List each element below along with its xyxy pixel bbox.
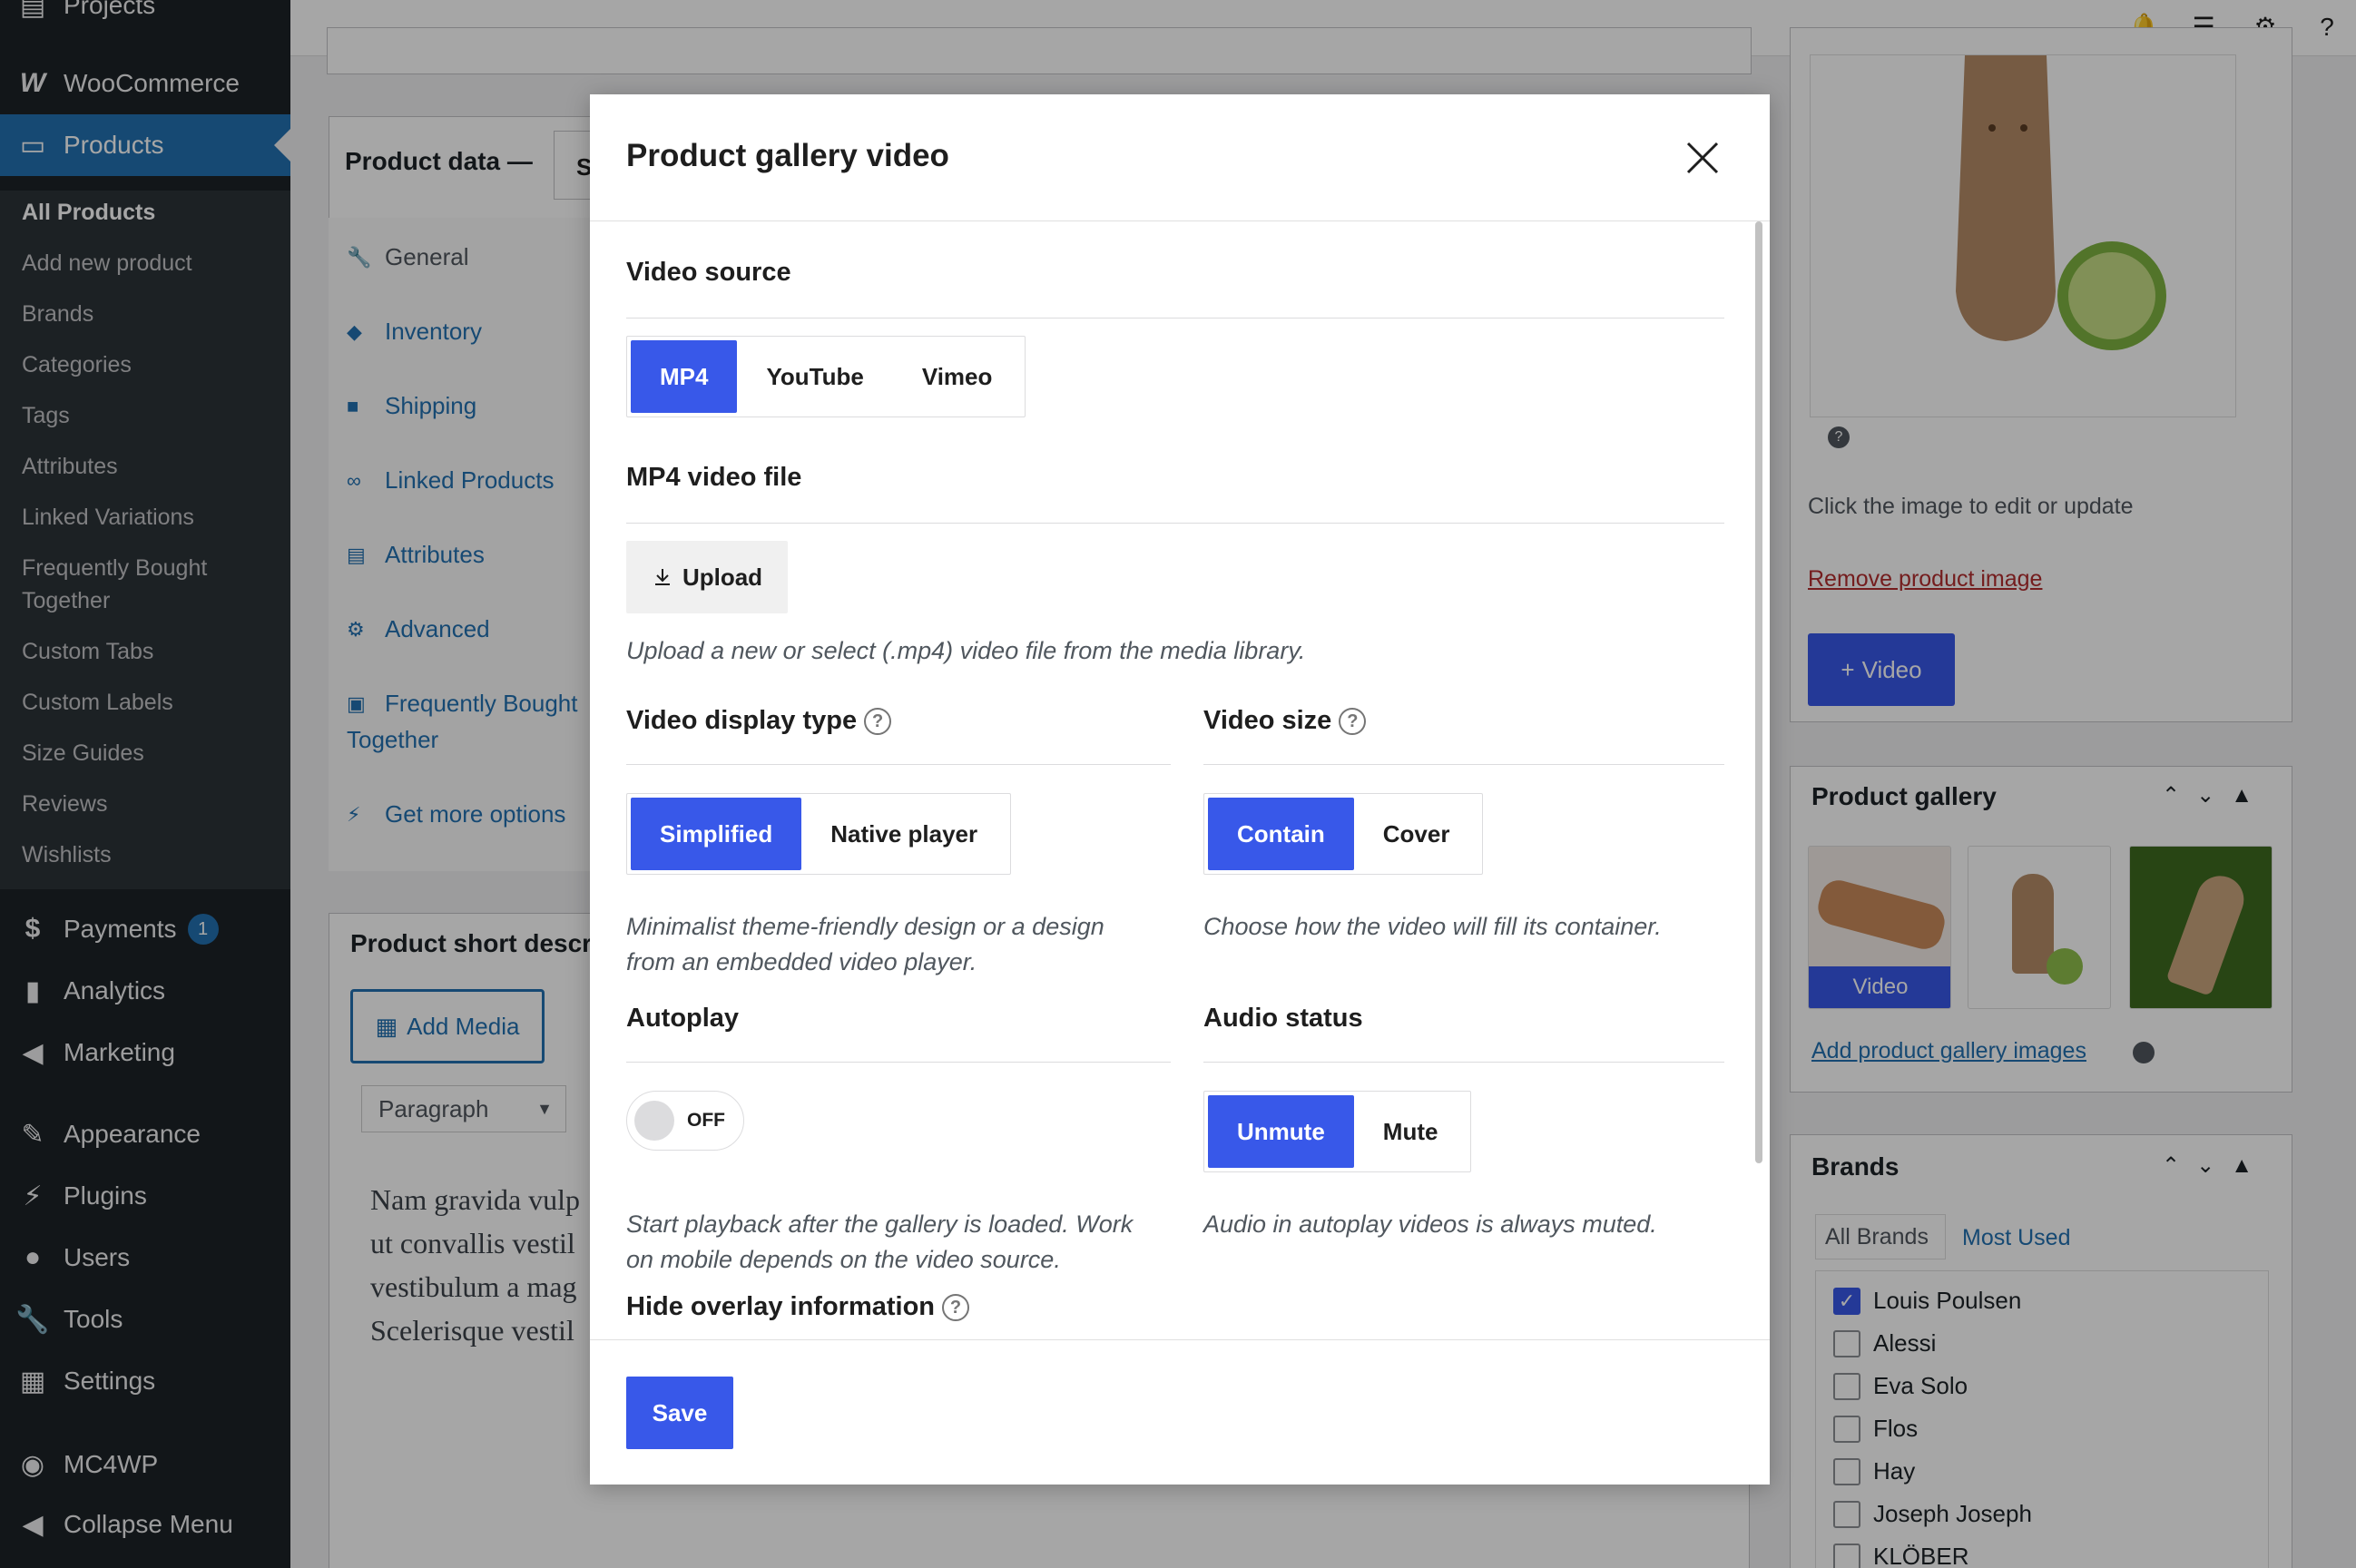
display-type-title: Video display type? bbox=[626, 706, 892, 736]
display-simplified-button[interactable]: Simplified bbox=[631, 798, 802, 870]
source-youtube-button[interactable]: YouTube bbox=[737, 340, 892, 413]
video-source-title: Video source bbox=[626, 258, 791, 287]
hide-overlay-title: Hide overlay information? bbox=[626, 1292, 970, 1322]
audio-status-selector: Unmute Mute bbox=[1203, 1091, 1472, 1172]
autoplay-description: Start playback after the gallery is load… bbox=[626, 1210, 1134, 1273]
autoplay-title: Autoplay bbox=[626, 1004, 740, 1033]
display-type-selector: Simplified Native player bbox=[626, 793, 1012, 875]
download-icon bbox=[654, 569, 670, 585]
modal-title: Product gallery video bbox=[626, 138, 949, 173]
video-size-description: Choose how the video will fill its conta… bbox=[1203, 913, 1662, 940]
modal-header: Product gallery video bbox=[590, 94, 1770, 221]
divider bbox=[626, 1062, 1171, 1063]
help-icon[interactable]: ? bbox=[864, 707, 892, 735]
modal-scrollbar[interactable] bbox=[1755, 221, 1762, 1163]
audio-mute-button[interactable]: Mute bbox=[1354, 1095, 1468, 1168]
video-size-title: Video size? bbox=[1203, 706, 1367, 736]
video-size-selector: Contain Cover bbox=[1203, 793, 1484, 875]
audio-status-title: Audio status bbox=[1203, 1004, 1363, 1033]
size-cover-button[interactable]: Cover bbox=[1354, 798, 1479, 870]
help-icon[interactable]: ? bbox=[1339, 707, 1367, 735]
help-icon[interactable]: ? bbox=[942, 1293, 970, 1321]
divider bbox=[1203, 764, 1724, 765]
toggle-state-label: OFF bbox=[687, 1110, 725, 1131]
audio-unmute-button[interactable]: Unmute bbox=[1208, 1095, 1354, 1168]
toggle-knob bbox=[634, 1101, 674, 1141]
size-contain-button[interactable]: Contain bbox=[1208, 798, 1354, 870]
divider bbox=[626, 523, 1724, 524]
audio-status-description: Audio in autoplay videos is always muted… bbox=[1203, 1210, 1657, 1238]
display-native-player-button[interactable]: Native player bbox=[801, 798, 1006, 870]
video-source-selector: MP4 YouTube Vimeo bbox=[626, 336, 1026, 417]
source-vimeo-button[interactable]: Vimeo bbox=[893, 340, 1022, 413]
autoplay-toggle[interactable]: OFF bbox=[626, 1091, 744, 1151]
close-icon bbox=[1686, 142, 1719, 174]
mp4-file-title: MP4 video file bbox=[626, 463, 802, 492]
modal-body[interactable]: Video source MP4 YouTube Vimeo MP4 video… bbox=[590, 221, 1770, 1339]
source-mp4-button[interactable]: MP4 bbox=[631, 340, 738, 413]
save-button[interactable]: Save bbox=[626, 1377, 733, 1449]
upload-button[interactable]: Upload bbox=[626, 541, 788, 613]
product-gallery-video-modal: Product gallery video Video source MP4 Y… bbox=[590, 94, 1770, 1485]
modal-footer: Save bbox=[590, 1339, 1770, 1485]
mp4-file-description: Upload a new or select (.mp4) video file… bbox=[626, 637, 1306, 664]
divider bbox=[626, 764, 1171, 765]
display-type-description: Minimalist theme-friendly design or a de… bbox=[626, 913, 1104, 975]
close-button[interactable] bbox=[1681, 136, 1724, 180]
divider bbox=[1203, 1062, 1724, 1063]
